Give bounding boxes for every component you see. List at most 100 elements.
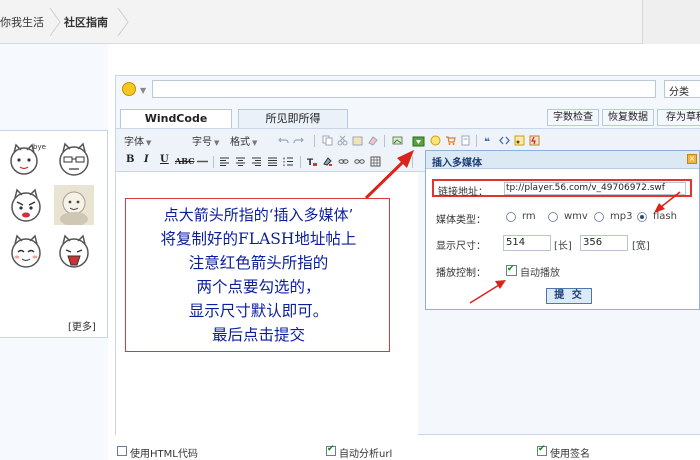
quote-icon[interactable]: ❝: [484, 135, 495, 146]
copy-icon[interactable]: [322, 135, 333, 146]
radio-rm-label: rm: [522, 211, 536, 222]
svg-text:❝: ❝: [484, 137, 490, 146]
post-options: 使用HTML代码 自动分析url 使用签名: [0, 444, 700, 460]
radio-flash[interactable]: [637, 212, 647, 222]
auto-url-checkbox[interactable]: [326, 444, 336, 456]
playback-control-label: 播放控制：: [436, 268, 486, 279]
code-icon[interactable]: [499, 135, 510, 146]
breadcrumb-separator-icon: [117, 8, 129, 36]
width-input[interactable]: 514: [503, 235, 551, 251]
emoticon-smile-icon[interactable]: [6, 231, 46, 271]
auto-url-label: 自动分析url: [339, 449, 393, 460]
breadcrumb-home-link[interactable]: 你我生活: [0, 14, 44, 30]
radio-mp3[interactable]: [594, 212, 604, 222]
strikethrough-button[interactable]: ABC: [175, 156, 194, 166]
topbar-right-panel: [642, 0, 700, 44]
breadcrumb-current[interactable]: 社区指南: [64, 14, 108, 30]
font-family-dropdown[interactable]: 字体 ▼: [124, 133, 151, 148]
save-draft-button[interactable]: 存为草稿: [657, 109, 700, 126]
emoticon-panel: bye: [0, 130, 108, 338]
cart-icon[interactable]: [445, 135, 456, 146]
align-justify-icon[interactable]: [267, 156, 278, 167]
more-emoticons-link[interactable]: [更多]: [68, 318, 96, 333]
media-url-input[interactable]: tp://player.56.com/v_49706972.swf: [504, 182, 686, 195]
dialog-header: 插入多媒体 ×: [426, 151, 699, 169]
font-size-label: 字号: [192, 137, 212, 148]
text-color-icon[interactable]: T: [307, 156, 318, 167]
category-select[interactable]: 分类: [664, 80, 700, 98]
emoticon-shout-icon[interactable]: [54, 231, 94, 271]
submit-button[interactable]: 提 交: [546, 288, 592, 304]
insert-media-icon[interactable]: [412, 135, 425, 148]
url-highlight: 链接地址： tp://player.56.com/v_49706972.swf: [432, 179, 692, 198]
emoticon-button-icon[interactable]: [430, 135, 441, 146]
radio-wmv[interactable]: [548, 212, 558, 222]
background-color-icon[interactable]: [322, 156, 333, 167]
instruction-line: 点大箭头所指的‘插入多媒体’: [163, 206, 354, 224]
chevron-down-icon: ▼: [252, 139, 258, 147]
emoticon-photo-icon[interactable]: [54, 185, 94, 225]
instruction-line: 两个点要勾选的，: [196, 278, 321, 296]
toolbar-divider: [476, 135, 477, 147]
dialog-title: 插入多媒体: [432, 158, 482, 169]
close-icon[interactable]: ×: [687, 154, 697, 164]
chevron-down-icon[interactable]: ▼: [140, 86, 146, 95]
title-input[interactable]: [152, 80, 656, 98]
instruction-line: 显示尺寸默认即可。: [188, 302, 329, 320]
undo-icon[interactable]: [278, 135, 289, 146]
unlink-icon[interactable]: [354, 156, 365, 167]
align-right-icon[interactable]: [251, 156, 262, 167]
chevron-down-icon: ▼: [214, 139, 220, 147]
cut-icon[interactable]: [337, 135, 348, 146]
format-dropdown[interactable]: 格式 ▼: [230, 133, 257, 148]
radio-flash-label: flash: [653, 211, 677, 222]
title-row: ▼ 分类: [116, 76, 700, 104]
flash-icon[interactable]: [529, 135, 540, 146]
insert-media-dialog: 插入多媒体 × 链接地址： tp://player.56.com/v_49706…: [425, 150, 700, 310]
ordered-list-icon[interactable]: [283, 156, 294, 167]
underline-button[interactable]: U: [160, 154, 169, 165]
height-input[interactable]: 356: [580, 235, 628, 251]
font-family-label: 字体: [124, 137, 144, 148]
toolbar-divider: [412, 156, 413, 168]
tab-wysiwyg[interactable]: 所见即所得: [238, 109, 348, 128]
autoplay-checkbox[interactable]: [506, 264, 517, 276]
image-icon[interactable]: [392, 135, 403, 146]
editor-tabs: WindCode 所见即所得 字数检查 恢复数据 存为草稿: [116, 106, 700, 129]
bold-button[interactable]: B: [126, 154, 134, 165]
word-count-button[interactable]: 字数检查: [547, 109, 599, 126]
emoticon-angry-icon[interactable]: [6, 185, 46, 225]
link-icon[interactable]: [338, 156, 349, 167]
width-unit: [长]: [554, 241, 572, 252]
font-size-dropdown[interactable]: 字号 ▼: [192, 133, 219, 148]
align-center-icon[interactable]: [235, 156, 246, 167]
horizontal-rule-icon[interactable]: [197, 156, 208, 167]
chevron-down-icon: ▼: [146, 139, 152, 147]
table-icon[interactable]: [370, 156, 381, 167]
breadcrumb-bar: 你我生活 社区指南: [0, 0, 700, 44]
eraser-icon[interactable]: [367, 135, 378, 146]
italic-button[interactable]: I: [144, 154, 149, 165]
display-size-label: 显示尺寸：: [436, 241, 486, 252]
music-icon[interactable]: [514, 135, 525, 146]
autoplay-label: 自动播放: [520, 268, 560, 279]
toolbar-divider: [300, 156, 301, 168]
signature-checkbox[interactable]: [537, 444, 547, 456]
redo-icon[interactable]: [293, 135, 304, 146]
smiley-icon[interactable]: [122, 82, 136, 96]
url-label: 链接地址：: [438, 187, 488, 198]
tab-windcode[interactable]: WindCode: [120, 109, 232, 129]
signature-label: 使用签名: [550, 449, 590, 460]
emoticon-bye-icon[interactable]: bye: [6, 139, 46, 179]
breadcrumb-separator-icon: [49, 8, 61, 36]
paste-icon[interactable]: [352, 135, 363, 146]
restore-data-button[interactable]: 恢复数据: [602, 109, 654, 126]
align-left-icon[interactable]: [219, 156, 230, 167]
html-code-checkbox[interactable]: [117, 446, 127, 456]
attachment-icon[interactable]: [460, 135, 471, 146]
toolbar-divider: [314, 135, 315, 147]
radio-rm[interactable]: [506, 212, 516, 222]
emoticon-glasses-icon[interactable]: [54, 139, 94, 179]
media-type-label: 媒体类型：: [436, 215, 486, 226]
html-code-label: 使用HTML代码: [130, 449, 198, 460]
